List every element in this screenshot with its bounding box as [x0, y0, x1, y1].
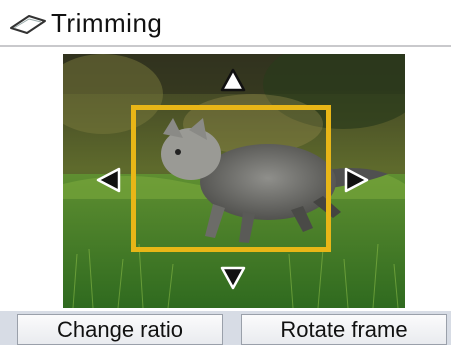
arrow-left-icon[interactable]: [96, 167, 122, 193]
function-button-bar: Change ratio Rotate frame: [0, 311, 451, 345]
title-divider: [0, 45, 451, 47]
arrow-down-icon[interactable]: [220, 266, 246, 290]
trimming-frame[interactable]: [131, 105, 331, 252]
change-ratio-button[interactable]: Change ratio: [17, 314, 223, 345]
page-title: Trimming: [51, 8, 163, 38]
arrow-up-icon[interactable]: [220, 68, 246, 92]
title-bar: Trimming: [0, 0, 451, 44]
trimming-icon: [9, 13, 47, 35]
arrow-right-icon[interactable]: [343, 167, 369, 193]
rotate-frame-button[interactable]: Rotate frame: [241, 314, 447, 345]
